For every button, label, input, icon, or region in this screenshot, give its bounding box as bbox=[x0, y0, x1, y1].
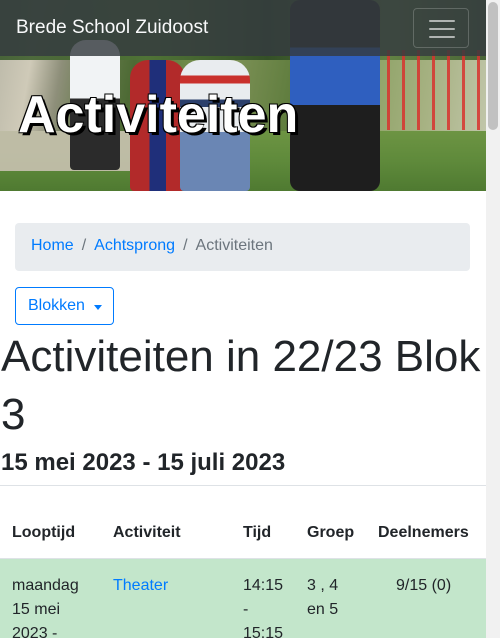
column-header-deelnemers[interactable]: Deelnemers bbox=[378, 524, 469, 542]
cell-tijd-line: - bbox=[243, 601, 249, 618]
cell-activiteit: Theater bbox=[113, 574, 168, 598]
column-header-tijd[interactable]: Tijd bbox=[243, 524, 271, 542]
navbar-toggler-button[interactable] bbox=[413, 8, 469, 48]
activity-link[interactable]: Theater bbox=[113, 577, 168, 594]
scrollbar-thumb[interactable] bbox=[488, 2, 498, 130]
breadcrumb-current: Activiteiten bbox=[195, 237, 273, 254]
blokken-dropdown-label: Blokken bbox=[28, 297, 85, 314]
table-row[interactable]: maandag 15 mei 2023 - Theater 14:15 - 15… bbox=[0, 558, 486, 638]
column-header-groep[interactable]: Groep bbox=[307, 524, 354, 542]
breadcrumb-achtsprong-link[interactable]: Achtsprong bbox=[94, 237, 175, 254]
hero-title: Activiteiten bbox=[18, 86, 299, 144]
blokken-dropdown-button[interactable]: Blokken bbox=[15, 287, 114, 325]
cell-looptijd: maandag 15 mei 2023 - bbox=[12, 574, 79, 638]
cell-groep-line: en 5 bbox=[307, 601, 339, 618]
cell-tijd: 14:15 - 15:15 bbox=[243, 574, 283, 638]
navbar-brand[interactable]: Brede School Zuidoost bbox=[16, 17, 208, 39]
caret-down-icon bbox=[94, 305, 102, 310]
cell-groep-line: 3 , 4 bbox=[307, 577, 339, 594]
column-header-activiteit[interactable]: Activiteit bbox=[113, 524, 181, 542]
table-header: Looptijd Activiteit Tijd Groep Deelnemer… bbox=[0, 486, 486, 558]
breadcrumb-separator: / bbox=[81, 237, 87, 254]
breadcrumb-separator: / bbox=[183, 237, 188, 254]
breadcrumb: Home / Achtsprong / Activiteiten bbox=[15, 223, 470, 271]
column-header-looptijd[interactable]: Looptijd bbox=[12, 524, 75, 542]
cell-deelnemers: 9/15 (0) bbox=[396, 577, 452, 594]
cell-groep: 3 , 4 en 5 bbox=[307, 574, 338, 622]
page-title: Activiteiten in 22/23 Blok 3 bbox=[1, 332, 481, 439]
hero-banner: Brede School Zuidoost Activiteiten bbox=[0, 0, 486, 191]
page-scrollbar[interactable] bbox=[486, 0, 500, 638]
cell-looptijd-line: maandag bbox=[12, 577, 79, 594]
hamburger-icon bbox=[429, 20, 455, 38]
cell-looptijd-line: 2023 - bbox=[12, 625, 58, 638]
cell-looptijd-line: 15 mei bbox=[12, 601, 61, 618]
date-range: 15 mei 2023 - 15 juli 2023 bbox=[1, 449, 286, 476]
cell-tijd-line: 15:15 bbox=[243, 625, 284, 638]
navbar: Brede School Zuidoost bbox=[0, 0, 486, 56]
breadcrumb-home-link[interactable]: Home bbox=[31, 237, 74, 254]
cell-tijd-line: 14:15 bbox=[243, 577, 284, 594]
